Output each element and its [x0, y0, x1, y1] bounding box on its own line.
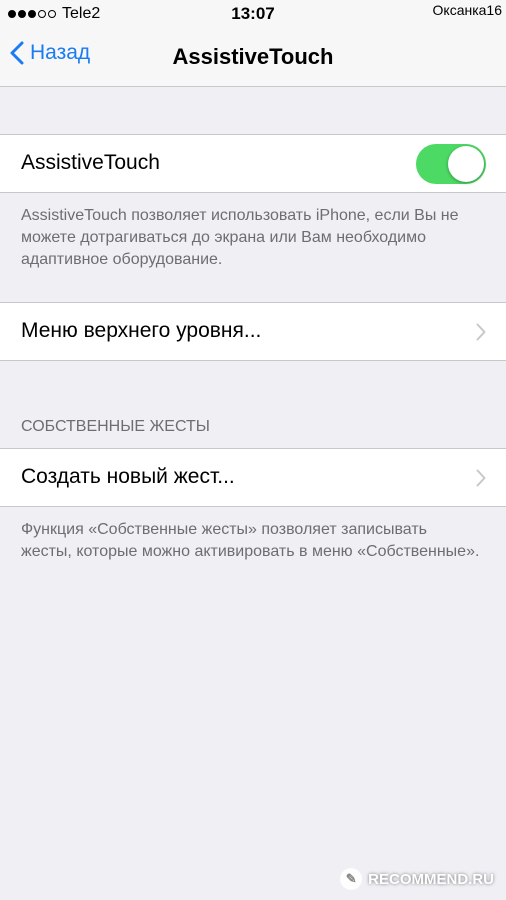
top-level-menu-label: Меню верхнего уровня... — [21, 319, 262, 342]
page-title: AssistiveTouch — [172, 44, 334, 69]
assistive-touch-description: AssistiveTouch позволяет использовать iP… — [21, 207, 459, 268]
user-tag: Оксанка16 — [432, 2, 502, 18]
assistive-touch-toggle[interactable] — [416, 144, 486, 184]
top-level-menu-row[interactable]: Меню верхнего уровня... — [0, 302, 506, 361]
section-header-custom-gestures: СОБСТВЕННЫЕ ЖЕСТЫ — [21, 418, 210, 435]
assistive-touch-label: AssistiveTouch — [21, 151, 160, 174]
create-gesture-row[interactable]: Создать новый жест... — [0, 448, 506, 507]
watermark-text: RECOMMEND.RU — [368, 870, 494, 888]
navigation-bar: Назад AssistiveTouch — [0, 28, 506, 87]
chevron-right-icon — [476, 469, 486, 487]
chevron-right-icon — [476, 323, 486, 341]
assistive-touch-row: AssistiveTouch — [0, 134, 506, 193]
watermark: ✎ RECOMMEND.RU — [340, 868, 494, 890]
create-gesture-label: Создать новый жест... — [21, 465, 235, 488]
toggle-knob — [448, 146, 484, 182]
recommend-logo-icon: ✎ — [340, 868, 363, 890]
status-bar: Tele2 13:07 Оксанка16 — [0, 0, 506, 28]
status-time: 13:07 — [231, 4, 275, 23]
custom-gestures-description: Функция «Собственные жесты» позволяет за… — [21, 521, 480, 560]
